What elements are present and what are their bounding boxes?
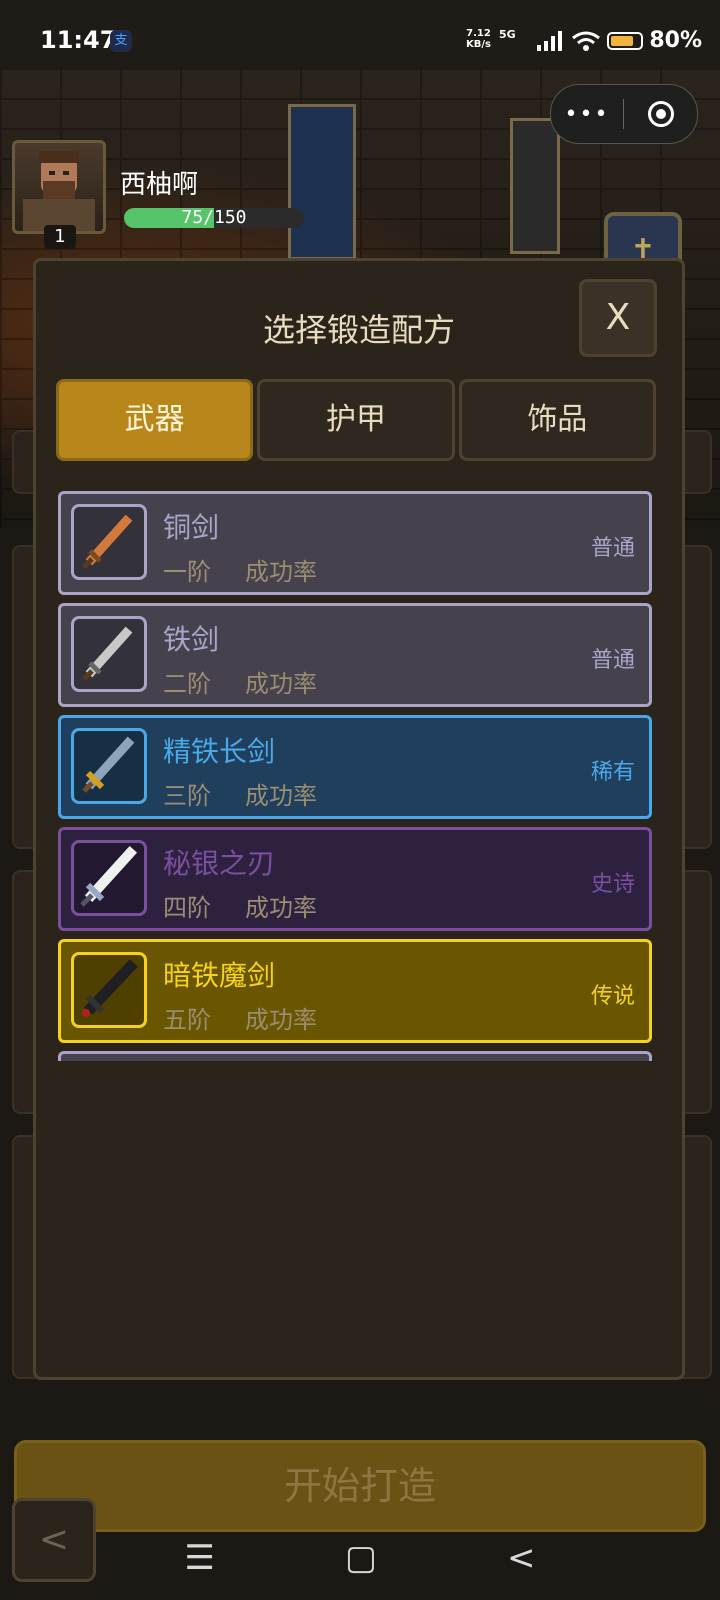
battery-percent: 80% [649, 28, 702, 53]
recipe-item[interactable]: 铜剑 一阶 成功率 普通 [58, 491, 652, 595]
recipe-item[interactable]: 秘银之刃 四阶 成功率 史诗 [58, 827, 652, 931]
recipe-name: 铁剑 [163, 623, 220, 656]
avatar[interactable] [12, 140, 106, 234]
status-bar: 11:47 支 7.12 KB/s 5G 80% [0, 0, 720, 68]
battery-level [611, 35, 633, 46]
recipe-tier: 三阶 [163, 782, 211, 810]
recipe-rarity: 传说 [590, 984, 635, 1009]
recipe-success-rate: 成功率 [245, 894, 317, 922]
alipay-icon: 支 [110, 30, 132, 52]
recipe-success-rate: 成功率 [245, 1006, 317, 1034]
status-time: 11:47 [40, 26, 117, 54]
banner-right [510, 118, 560, 254]
recipe-tier: 二阶 [163, 670, 211, 698]
forge-recipe-modal: 选择锻造配方 X 武器 护甲 饰品 铜剑 一阶 成功率 普通 铁剑 二阶 成功率… [33, 258, 685, 1380]
recipe-item[interactable]: 铁剑 二阶 成功率 普通 [58, 603, 652, 707]
network-type: 5G [499, 28, 516, 41]
home-icon[interactable]: ▢ [345, 1538, 377, 1578]
recipe-rarity: 稀有 [590, 760, 635, 785]
tab-weapons[interactable]: 武器 [56, 379, 254, 461]
recipe-rarity: 普通 [590, 648, 635, 673]
battery-icon [607, 31, 644, 50]
close-button[interactable]: X [579, 279, 657, 357]
recipe-success-rate: 成功率 [245, 558, 317, 586]
recipe-name: 暗铁魔剑 [163, 959, 276, 992]
recipe-success-rate: 成功率 [245, 670, 317, 698]
more-options-button[interactable]: ••• [551, 102, 623, 127]
tab-armor[interactable]: 护甲 [257, 379, 455, 461]
hp-text: 75/150 [181, 208, 247, 228]
wifi-icon [572, 31, 601, 51]
recipe-tier: 一阶 [163, 558, 211, 586]
dark-iron-demon-sword-icon [71, 952, 147, 1028]
copper-sword-icon [71, 504, 147, 580]
recipe-tier: 五阶 [163, 1006, 211, 1034]
recipe-name: 秘银之刃 [163, 847, 276, 880]
recipe-tier: 四阶 [163, 894, 211, 922]
recipe-item-partial [58, 1051, 652, 1061]
player-name: 西柚啊 [120, 170, 199, 200]
back-nav-icon[interactable]: < [507, 1538, 536, 1578]
hp-bar: 75/150 [124, 208, 304, 228]
recipe-success-rate: 成功率 [245, 782, 317, 810]
fine-iron-longsword-icon [71, 728, 147, 804]
system-nav-bar: ☰ ▢ < [0, 1516, 720, 1600]
recipe-rarity: 普通 [590, 536, 635, 561]
menu-icon[interactable]: ☰ [184, 1538, 214, 1578]
tab-accessories[interactable]: 饰品 [458, 379, 656, 461]
recipe-rarity: 史诗 [590, 872, 635, 897]
recipe-name: 精铁长剑 [163, 735, 276, 768]
warrior-portrait-icon [23, 151, 95, 231]
player-level: 1 [44, 225, 76, 249]
recipe-item[interactable]: 暗铁魔剑 五阶 成功率 传说 [58, 939, 652, 1043]
banner-left [288, 104, 356, 260]
recipe-item[interactable]: 精铁长剑 三阶 成功率 稀有 [58, 715, 652, 819]
recipe-list[interactable]: 铜剑 一阶 成功率 普通 铁剑 二阶 成功率 普通 精铁长剑 三阶 成功率 稀有 [56, 491, 656, 1061]
iron-sword-icon [71, 616, 147, 692]
close-miniprogram-button[interactable] [624, 101, 697, 127]
miniprogram-capsule: ••• [550, 84, 698, 144]
target-icon [647, 101, 674, 127]
net-speed-value: 7.12 [466, 28, 491, 39]
signal-icon [537, 30, 563, 51]
net-speed: 7.12 KB/s [466, 28, 491, 50]
mithril-blade-icon [71, 840, 147, 916]
recipe-name: 铜剑 [163, 511, 220, 544]
net-speed-unit: KB/s [466, 39, 491, 50]
category-tabs: 武器 护甲 饰品 [56, 379, 656, 461]
